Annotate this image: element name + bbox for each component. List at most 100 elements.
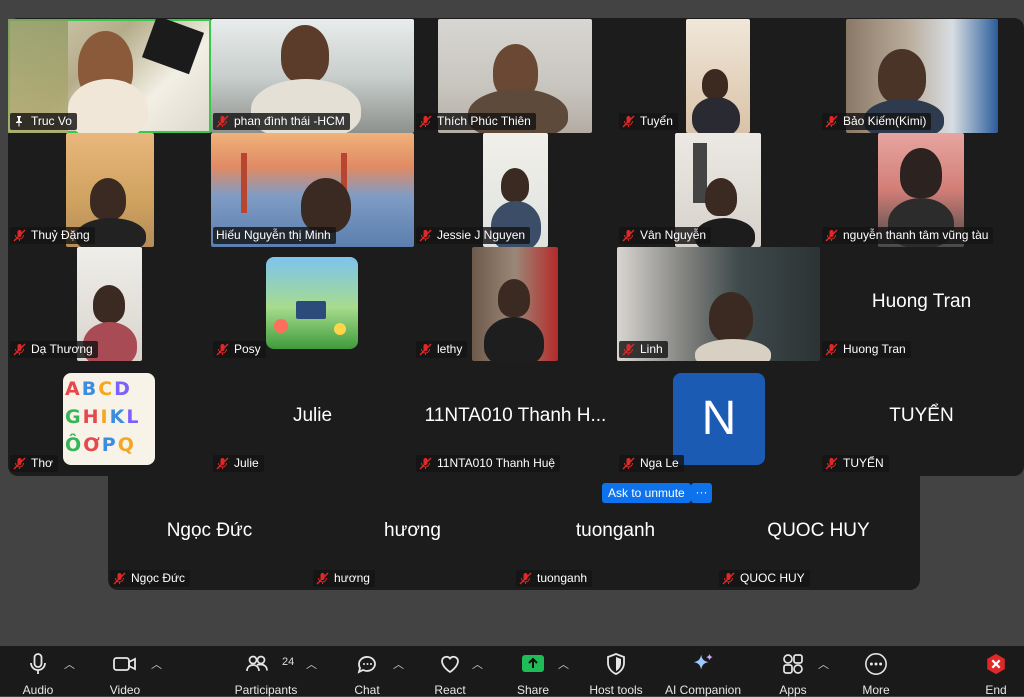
mic-muted-icon bbox=[825, 229, 838, 242]
participant-display-name: 11NTA010 Thanh H... bbox=[424, 405, 607, 426]
participant-tile-julie[interactable]: Julie Julie bbox=[211, 361, 414, 475]
participant-name: Huong Tran bbox=[843, 342, 906, 356]
participant-name: 11NTA010 Thanh Huệ bbox=[437, 456, 556, 470]
mic-muted-icon bbox=[622, 343, 635, 356]
participant-tile-quoc-huy[interactable]: QUOC HUY QUOC HUY bbox=[717, 476, 920, 590]
participant-tile-lethy[interactable]: lethy bbox=[414, 247, 617, 361]
participant-video bbox=[686, 19, 750, 133]
audio-options-caret[interactable]: ︿ bbox=[64, 656, 75, 672]
participant-tile-thuy-dang[interactable]: Thuỷ Đặng bbox=[8, 133, 211, 247]
participant-tile-huong[interactable]: hương hương bbox=[311, 476, 514, 590]
more-label: More bbox=[862, 683, 890, 697]
mic-muted-icon bbox=[622, 229, 635, 242]
video-button[interactable]: Video bbox=[100, 646, 150, 697]
video-camera-icon bbox=[113, 657, 136, 671]
meeting-toolbar: Audio ︿ Video ︿ 24 Participants ︿ Chat ︿… bbox=[0, 646, 1024, 697]
participant-tile-jessie[interactable]: Jessie J Nguyen bbox=[414, 133, 617, 247]
participant-name-tag: Bảo Kiếm(Kimi) bbox=[822, 113, 932, 130]
participant-display-name: tuonganh bbox=[575, 520, 656, 541]
mic-muted-icon bbox=[13, 457, 26, 470]
participant-name-tag: Thuỷ Đặng bbox=[10, 227, 95, 244]
react-options-caret[interactable]: ︿ bbox=[472, 656, 483, 672]
more-button[interactable]: More bbox=[856, 646, 896, 697]
participant-tile-da-thuong[interactable]: Dạ Thương bbox=[8, 247, 211, 361]
shield-icon bbox=[607, 653, 625, 675]
participant-name: Dạ Thương bbox=[31, 342, 93, 356]
chat-button[interactable]: Chat bbox=[346, 646, 388, 697]
participants-count: 24 bbox=[282, 656, 295, 668]
end-label: End bbox=[985, 683, 1007, 697]
participant-tile-posy[interactable]: Posy bbox=[211, 247, 414, 361]
react-label: React bbox=[434, 683, 466, 697]
apps-options-caret[interactable]: ︿ bbox=[818, 656, 829, 672]
video-options-caret[interactable]: ︿ bbox=[151, 656, 162, 672]
audio-button[interactable]: Audio bbox=[14, 646, 62, 697]
participant-name: QUOC HUY bbox=[740, 571, 805, 585]
mic-muted-icon bbox=[825, 115, 838, 128]
participant-name: Truc Vo bbox=[31, 114, 72, 128]
mic-muted-icon bbox=[419, 343, 432, 356]
participant-tile-linh[interactable]: Linh bbox=[617, 247, 820, 361]
participant-tile-nguyen-thanh-tam[interactable]: nguyễn thanh tâm vũng tàu bbox=[820, 133, 1023, 247]
ask-to-unmute-button[interactable]: Ask to unmute bbox=[602, 483, 691, 503]
mic-muted-icon bbox=[419, 229, 432, 242]
participant-tile-thich-phuc-thien[interactable]: Thích Phúc Thiên bbox=[414, 19, 617, 133]
ai-companion-label: AI Companion bbox=[664, 683, 742, 697]
host-tools-button[interactable]: Host tools bbox=[584, 646, 648, 697]
participant-tile-nga-le[interactable]: N Nga Le bbox=[617, 361, 820, 475]
audio-label: Audio bbox=[22, 683, 54, 697]
mic-muted-icon bbox=[216, 115, 229, 128]
participant-tile-hieu-nguyen[interactable]: Hiếu Nguyễn thị Minh bbox=[211, 133, 414, 247]
participant-name: Posy bbox=[234, 342, 261, 356]
participant-tile-phan-dinh-thai[interactable]: phan đình thái -HCM bbox=[211, 19, 414, 133]
participant-tile-bao-kiem[interactable]: Bảo Kiếm(Kimi) bbox=[820, 19, 1023, 133]
mic-muted-icon bbox=[216, 457, 229, 470]
participant-initial-avatar: N bbox=[673, 373, 765, 465]
participant-name: Nga Le bbox=[640, 456, 679, 470]
participant-tile-truc-vo[interactable]: Truc Vo bbox=[8, 19, 211, 133]
participants-options-caret[interactable]: ︿ bbox=[306, 656, 317, 672]
share-options-caret[interactable]: ︿ bbox=[558, 656, 569, 672]
participant-name: lethy bbox=[437, 342, 463, 356]
participant-name-tag: Posy bbox=[213, 341, 266, 358]
mic-muted-icon bbox=[825, 343, 838, 356]
participant-name-tag: Truc Vo bbox=[10, 113, 77, 130]
share-button[interactable]: Share bbox=[510, 646, 556, 697]
participant-name: Bảo Kiếm(Kimi) bbox=[843, 114, 927, 128]
react-button[interactable]: React bbox=[428, 646, 472, 697]
ai-companion-button[interactable]: AI Companion bbox=[660, 646, 746, 697]
participant-name: hương bbox=[334, 571, 370, 585]
participant-name-tag: Nga Le bbox=[619, 455, 684, 472]
mic-muted-icon bbox=[419, 115, 432, 128]
chat-label: Chat bbox=[354, 683, 380, 697]
pin-icon bbox=[13, 115, 26, 128]
participant-name-tag: hương bbox=[313, 570, 375, 587]
participant-name: Hiếu Nguyễn thị Minh bbox=[216, 228, 331, 242]
participant-tile-tuyen-caps[interactable]: TUYỂN TUYỂN bbox=[820, 361, 1023, 475]
participant-name: Thuỷ Đặng bbox=[31, 228, 90, 242]
apps-button[interactable]: Apps bbox=[772, 646, 814, 697]
participant-tile-huong-tran[interactable]: Huong Tran Huong Tran bbox=[820, 247, 1023, 361]
end-meeting-button[interactable]: End bbox=[976, 646, 1016, 697]
chat-options-caret[interactable]: ︿ bbox=[393, 656, 404, 672]
participants-button[interactable]: 24 Participants bbox=[228, 646, 304, 697]
participant-name: Julie bbox=[234, 456, 259, 470]
participant-name-tag: TUYỂN bbox=[822, 455, 889, 472]
participant-name: TUYỂN bbox=[843, 456, 884, 470]
participant-name-tag: Thơ bbox=[10, 455, 58, 472]
participant-tile-ngoc-duc[interactable]: Ngọc Đức Ngọc Đức bbox=[108, 476, 311, 590]
participant-name-tag: Vân Nguyễn bbox=[619, 227, 712, 244]
mic-muted-icon bbox=[622, 115, 635, 128]
more-ellipsis-icon bbox=[865, 653, 887, 675]
participant-tile-tuyen[interactable]: Tuyển bbox=[617, 19, 820, 133]
apps-label: Apps bbox=[779, 683, 807, 697]
participant-tile-van-nguyen[interactable]: Vân Nguyễn bbox=[617, 133, 820, 247]
participant-tile-thanh-hue[interactable]: 11NTA010 Thanh H... 11NTA010 Thanh Huệ bbox=[414, 361, 617, 475]
participant-tile-tho[interactable]: ABCD GHIKL ÔƠPQ Thơ bbox=[8, 361, 211, 475]
participant-video bbox=[472, 247, 558, 361]
participant-name: Tuyển bbox=[640, 114, 673, 128]
participant-name: Thơ bbox=[31, 456, 53, 470]
tile-more-options-button[interactable]: ··· bbox=[691, 483, 712, 503]
participant-name: Thích Phúc Thiên bbox=[437, 114, 531, 128]
mic-muted-icon bbox=[316, 572, 329, 585]
